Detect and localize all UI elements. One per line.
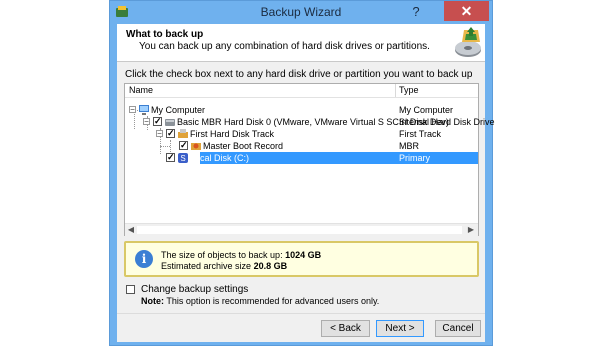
title-bar[interactable]: Backup Wizard ? ✕ <box>110 1 492 23</box>
collapse-icon[interactable]: − <box>129 106 136 114</box>
computer-icon <box>139 105 149 115</box>
first-track-checkbox[interactable]: ✓ <box>166 129 175 138</box>
info-icon: i <box>135 250 153 268</box>
advanced-note: Note: This option is recommended for adv… <box>141 296 379 306</box>
size-label: The size of objects to back up: <box>161 250 283 260</box>
page-title: What to back up <box>126 29 204 40</box>
back-button[interactable]: < Back <box>321 320 370 337</box>
tree-row-first-track[interactable]: − ✓ First Hard Disk Track First Track <box>125 128 478 140</box>
archive-info-line: Estimated archive size 20.8 GB <box>161 261 287 271</box>
column-type-header[interactable]: Type <box>399 85 419 95</box>
tree-row-mbr[interactable]: ✓ Master Boot Record MBR <box>125 140 478 152</box>
tree-column-header: Name Type <box>125 84 478 98</box>
page-subtitle: You can back up any combination of hard … <box>139 41 430 52</box>
hard-disk-checkbox[interactable]: ✓ <box>153 117 162 126</box>
tree-row-name: My Computer <box>151 105 206 115</box>
partition-icon: S <box>178 153 188 163</box>
change-settings-checkbox[interactable] <box>126 285 135 294</box>
next-button[interactable]: Next > <box>376 320 424 337</box>
scrollbar-thumb[interactable] <box>137 226 462 234</box>
wizard-client-area: What to back up You can back up any comb… <box>117 24 495 342</box>
collapse-icon[interactable]: − <box>143 118 150 126</box>
archive-value: 20.8 GB <box>253 261 288 271</box>
tree-row-type: My Computer <box>399 105 454 115</box>
backup-size-info-panel: i The size of objects to back up: 1024 G… <box>124 241 479 277</box>
help-button[interactable]: ? <box>408 4 424 20</box>
size-info-line: The size of objects to back up: 1024 GB <box>161 250 321 260</box>
scroll-right-icon[interactable]: ▶ <box>466 225 476 235</box>
collapse-icon[interactable]: − <box>156 130 163 138</box>
wizard-header: What to back up You can back up any comb… <box>117 24 485 62</box>
column-name-header[interactable]: Name <box>129 85 153 95</box>
scroll-left-icon[interactable]: ◀ <box>126 225 136 235</box>
local-disk-checkbox[interactable]: ✓ <box>166 153 175 162</box>
tree-row-hard-disk-0[interactable]: − ✓ Basic MBR Hard Disk 0 (VMware, VMwar… <box>125 116 495 128</box>
tree-row-name: Master Boot Record <box>203 141 284 151</box>
boot-record-icon <box>191 143 201 150</box>
hard-disk-icon <box>165 119 175 126</box>
disk-track-icon <box>178 129 188 138</box>
tree-row-my-computer[interactable]: − My Computer My Computer <box>125 104 478 116</box>
cancel-button[interactable]: Cancel <box>435 320 481 337</box>
horizontal-scrollbar[interactable]: ◀ ▶ <box>125 223 478 236</box>
tree-row-type: MBR <box>399 141 419 151</box>
note-text: This option is recommended for advanced … <box>166 296 380 306</box>
footer-divider <box>117 313 485 314</box>
size-value: 1024 GB <box>285 250 322 260</box>
backup-disk-icon <box>455 27 481 57</box>
tree-row-type: First Track <box>399 129 441 139</box>
tree-row-name: First Hard Disk Track <box>190 129 275 139</box>
tree-row-local-disk-c[interactable]: ✓ S Local Disk (C:) Primary <box>125 152 478 164</box>
tree-row-type: Primary <box>399 153 430 163</box>
change-settings-label[interactable]: Change backup settings <box>141 284 248 295</box>
svg-text:S: S <box>180 154 185 163</box>
disk-tree-view[interactable]: Name Type − My Computer My Computer − ✓ … <box>124 83 495 236</box>
column-divider[interactable] <box>395 84 396 97</box>
note-label: Note: <box>141 296 164 306</box>
instruction-text: Click the check box next to any hard dis… <box>125 69 473 80</box>
archive-label: Estimated archive size <box>161 261 252 271</box>
window-title: Backup Wizard <box>260 5 342 19</box>
backup-wizard-window: Backup Wizard ? ✕ What to back up You ca… <box>109 0 495 346</box>
tree-row-type: Internal Hard Disk Drive <box>399 117 495 127</box>
close-button[interactable]: ✕ <box>444 1 489 21</box>
tree-row-name: Local Disk (C:) <box>190 153 250 163</box>
mbr-checkbox[interactable]: ✓ <box>179 141 188 150</box>
